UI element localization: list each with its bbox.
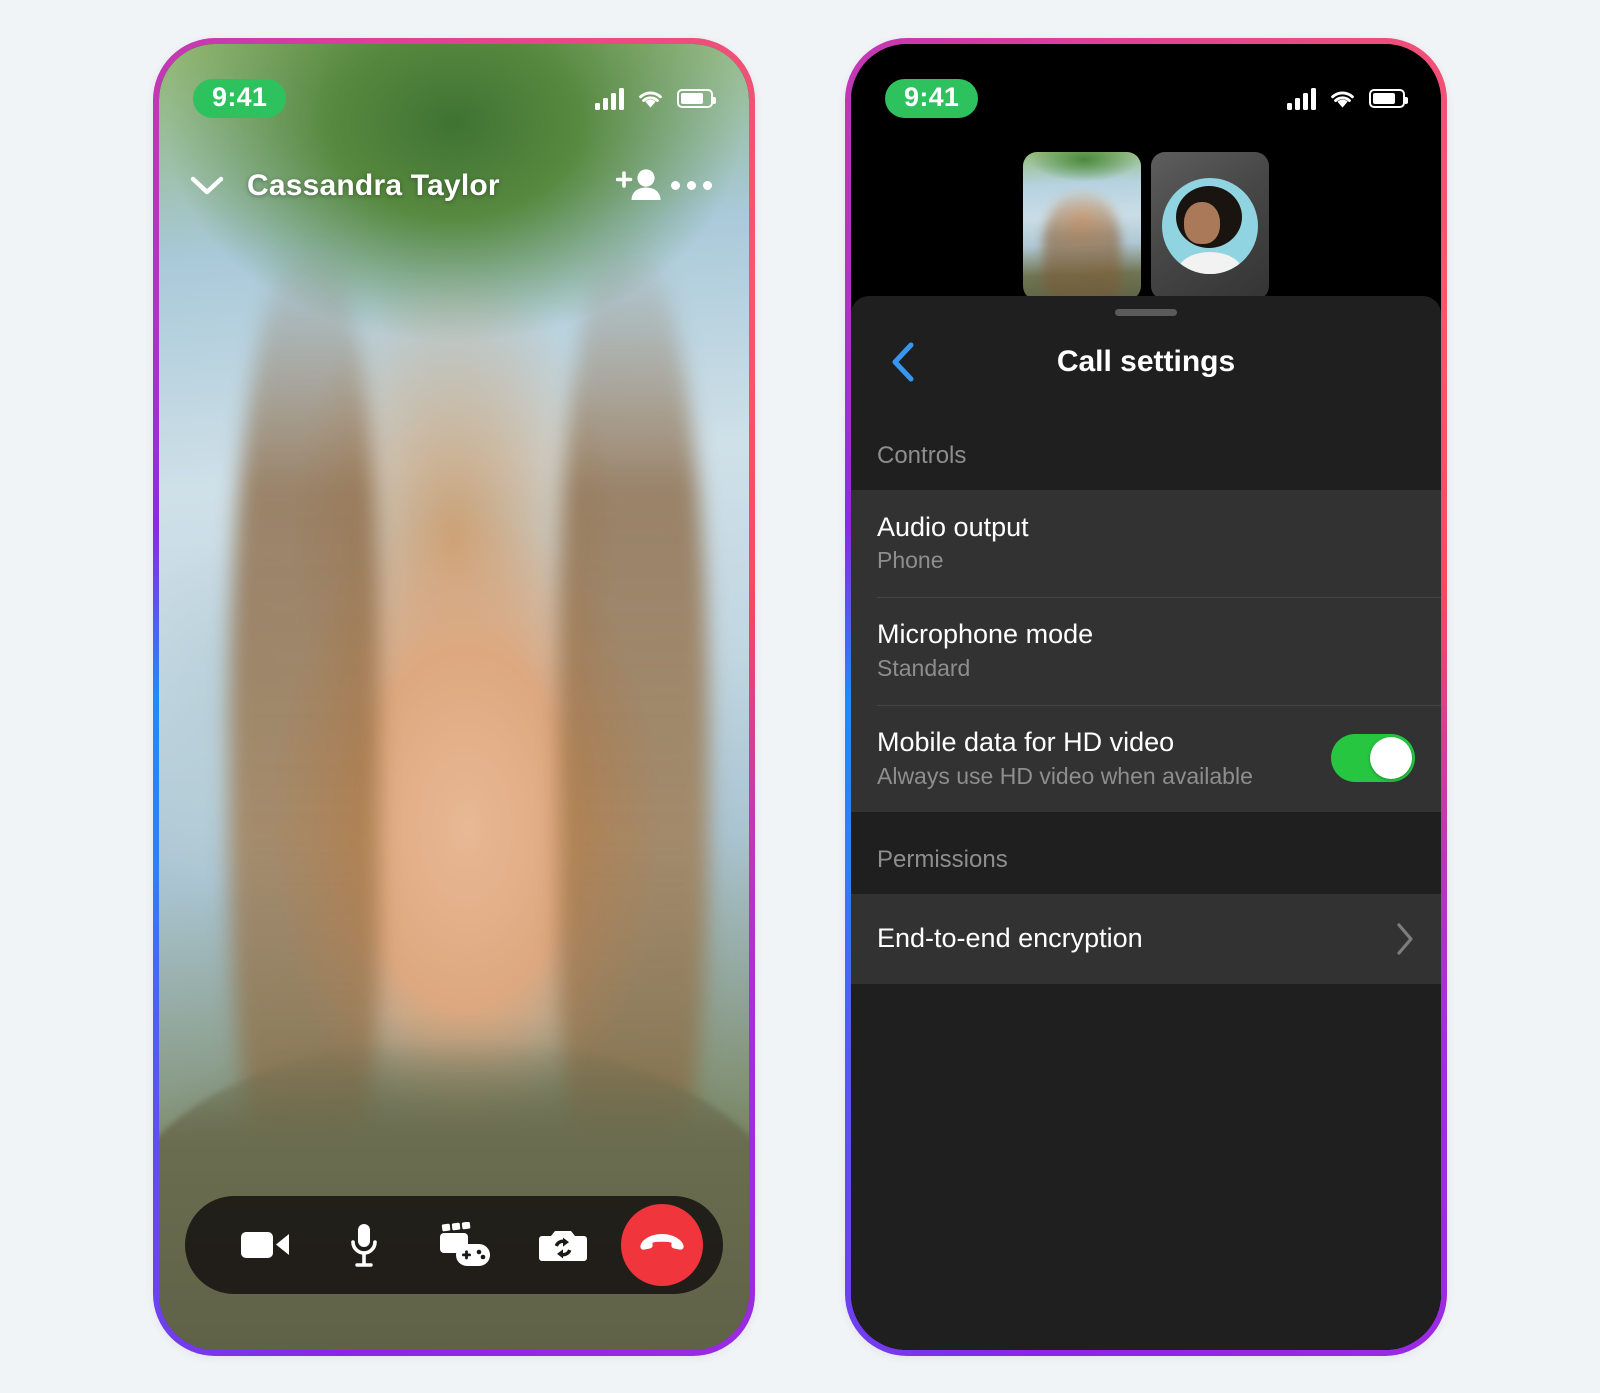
avatar-face	[1184, 201, 1220, 244]
status-indicators	[595, 87, 716, 110]
flip-camera-icon	[539, 1230, 588, 1261]
microphone-button[interactable]	[315, 1196, 415, 1294]
row-texts: Audio output Phone	[877, 511, 1415, 576]
call-header: Cassandra Taylor	[159, 148, 749, 224]
sheet-header: Call settings	[851, 316, 1441, 408]
settings-group-permissions: End-to-end encryption	[851, 894, 1441, 985]
row-texts: Microphone mode Standard	[877, 618, 1415, 683]
end-call-button[interactable]	[621, 1203, 703, 1286]
right-phone-frame: 9:41 Call settings Controls Audio output…	[845, 37, 1447, 1356]
tile-video-decor	[1043, 195, 1121, 300]
participant-tiles	[851, 151, 1441, 300]
back-button[interactable]	[879, 338, 927, 386]
video-decor-bottom	[159, 1039, 749, 1350]
more-options-icon[interactable]	[665, 160, 717, 212]
participant-video-tile[interactable]	[1023, 151, 1141, 300]
chevron-left-icon	[892, 342, 914, 381]
call-settings-sheet: Call settings Controls Audio output Phon…	[851, 295, 1441, 1350]
chevron-down-icon[interactable]	[185, 164, 229, 208]
setting-row-end-to-end-encryption[interactable]: End-to-end encryption	[851, 894, 1441, 984]
setting-row-mobile-data-hd-video[interactable]: Mobile data for HD video Always use HD v…	[851, 704, 1441, 813]
microphone-icon	[351, 1223, 378, 1267]
call-controls-bar	[185, 1195, 723, 1294]
sheet-title: Call settings	[1056, 344, 1236, 378]
section-label-permissions: Permissions	[851, 812, 1441, 895]
add-person-icon[interactable]	[613, 160, 665, 212]
row-subtitle: Phone	[877, 547, 944, 574]
left-phone-frame: 9:41 Cassandra Taylor	[153, 37, 755, 1356]
battery-icon	[1369, 89, 1408, 108]
participant-avatar-tile[interactable]	[1151, 151, 1269, 300]
page-title: Cassandra Taylor	[247, 168, 500, 202]
setting-row-microphone-mode[interactable]: Microphone mode Standard	[851, 597, 1441, 705]
drag-handle[interactable]	[1115, 308, 1177, 316]
row-title: Audio output	[877, 511, 1029, 542]
row-subtitle: Standard	[877, 654, 971, 681]
wifi-icon	[1331, 91, 1354, 108]
avatar	[1162, 177, 1258, 274]
phones-stage: 9:41 Cassandra Taylor 9:41 Call settings…	[0, 0, 1600, 1393]
wifi-icon	[639, 91, 662, 108]
status-bar-right: 9:41	[851, 44, 1441, 130]
row-title: Mobile data for HD video	[877, 726, 1175, 757]
status-bar-left: 9:41	[159, 44, 749, 130]
row-subtitle: Always use HD video when available	[877, 762, 1253, 789]
remote-video-feed	[159, 43, 749, 1350]
row-title: End-to-end encryption	[877, 923, 1143, 954]
battery-icon	[677, 89, 716, 108]
settings-group-controls: Audio output Phone Microphone mode Stand…	[851, 489, 1441, 813]
status-indicators	[1287, 87, 1408, 110]
video-camera-button[interactable]	[215, 1196, 315, 1294]
toggle-knob	[1370, 736, 1412, 779]
effects-games-icon	[439, 1221, 490, 1266]
status-time: 9:41	[193, 79, 287, 118]
setting-row-audio-output[interactable]: Audio output Phone	[851, 490, 1441, 598]
avatar-body	[1178, 251, 1242, 274]
row-texts: End-to-end encryption	[877, 922, 1395, 955]
chevron-right-icon	[1395, 922, 1415, 956]
cellular-bars-icon	[595, 87, 624, 110]
cellular-bars-icon	[1287, 87, 1316, 110]
video-camera-icon	[240, 1231, 289, 1258]
row-title: Microphone mode	[877, 619, 1094, 650]
status-time: 9:41	[885, 79, 979, 118]
row-texts: Mobile data for HD video Always use HD v…	[877, 726, 1331, 791]
hd-video-toggle[interactable]	[1331, 733, 1415, 782]
call-settings-screen: 9:41 Call settings Controls Audio output…	[851, 43, 1441, 1350]
video-call-screen: 9:41 Cassandra Taylor	[159, 43, 749, 1350]
section-label-controls: Controls	[851, 407, 1441, 490]
flip-camera-button[interactable]	[514, 1196, 614, 1294]
effects-games-button[interactable]	[414, 1196, 514, 1294]
end-call-icon	[640, 1233, 684, 1250]
